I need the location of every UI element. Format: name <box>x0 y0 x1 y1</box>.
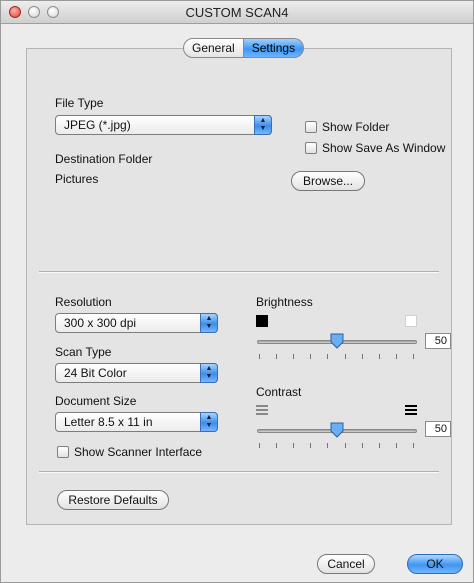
scan-type-value: 24 Bit Color <box>64 366 127 380</box>
document-size-popup[interactable]: Letter 8.5 x 11 in ▲ ▼ <box>55 412 218 432</box>
light-swatch-icon <box>405 315 417 327</box>
popup-arrows-icon: ▲ ▼ <box>200 412 218 432</box>
scan-type-popup[interactable]: 24 Bit Color ▲ ▼ <box>55 363 218 383</box>
document-size-value: Letter 8.5 x 11 in <box>64 415 153 429</box>
brightness-slider[interactable] <box>257 332 417 362</box>
slider-ticks <box>257 443 417 449</box>
popup-arrows-icon: ▲ ▼ <box>200 363 218 383</box>
browse-button[interactable]: Browse... <box>291 171 365 191</box>
show-scanner-interface-checkbox[interactable]: Show Scanner Interface <box>57 445 202 459</box>
divider <box>39 471 439 473</box>
brightness-label: Brightness <box>256 295 313 309</box>
brightness-value-field[interactable]: 50 <box>425 333 451 349</box>
tab-general[interactable]: General <box>183 38 244 58</box>
contrast-label: Contrast <box>256 385 302 399</box>
tab-bar: General Settings <box>183 38 305 58</box>
checkbox-box[interactable] <box>305 142 317 154</box>
window-title: CUSTOM SCAN4 <box>185 5 289 20</box>
destination-folder-label: Destination Folder <box>55 152 153 166</box>
dark-swatch-icon <box>256 315 268 327</box>
document-size-label: Document Size <box>55 394 137 408</box>
file-type-popup[interactable]: JPEG (*.jpg) ▲ ▼ <box>55 115 272 135</box>
popup-arrows-icon: ▲ ▼ <box>254 115 272 135</box>
resolution-popup[interactable]: 300 x 300 dpi ▲ ▼ <box>55 313 218 333</box>
contrast-slider[interactable] <box>257 421 417 451</box>
slider-thumb[interactable] <box>330 422 344 438</box>
title-bar[interactable]: CUSTOM SCAN4 <box>1 1 473 24</box>
show-scanner-interface-label: Show Scanner Interface <box>74 445 203 459</box>
divider <box>39 271 439 273</box>
checkbox-box[interactable] <box>305 121 317 133</box>
scan-type-label: Scan Type <box>55 345 112 359</box>
checkbox-box[interactable] <box>57 446 69 458</box>
slider-ticks <box>257 354 417 360</box>
custom-scan-window: CUSTOM SCAN4 General Settings File Type … <box>0 0 474 583</box>
show-folder-checkbox[interactable]: Show Folder <box>305 120 389 134</box>
show-save-as-checkbox[interactable]: Show Save As Window <box>305 141 445 155</box>
restore-defaults-button[interactable]: Restore Defaults <box>57 490 169 510</box>
destination-folder-value: Pictures <box>55 172 99 186</box>
popup-arrows-icon: ▲ ▼ <box>200 313 218 333</box>
tab-settings[interactable]: Settings <box>243 38 305 58</box>
file-type-value: JPEG (*.jpg) <box>64 118 131 132</box>
contrast-value-field[interactable]: 50 <box>425 421 451 437</box>
high-contrast-icon <box>405 405 417 415</box>
slider-thumb[interactable] <box>330 333 344 349</box>
show-folder-label: Show Folder <box>322 120 390 134</box>
low-contrast-icon <box>256 405 268 415</box>
resolution-value: 300 x 300 dpi <box>64 316 137 330</box>
show-save-as-label: Show Save As Window <box>322 141 446 155</box>
ok-button[interactable]: OK <box>407 554 463 574</box>
resolution-label: Resolution <box>55 295 112 309</box>
file-type-label: File Type <box>55 96 104 110</box>
cancel-button[interactable]: Cancel <box>317 554 375 574</box>
